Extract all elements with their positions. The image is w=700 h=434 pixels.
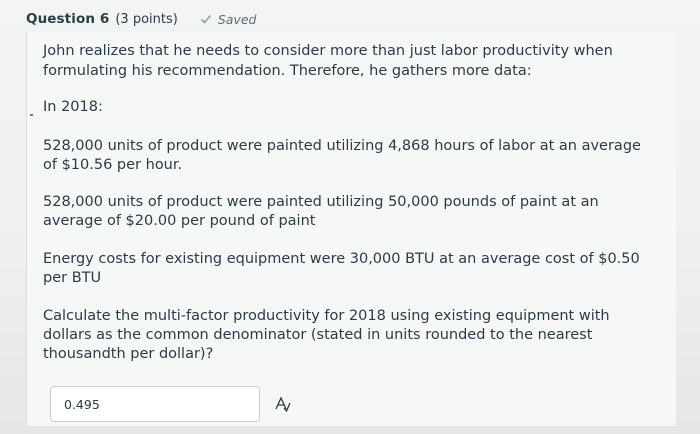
prompt-line-3: thousandth per dollar)?: [43, 346, 214, 362]
labor-line-2: of $10.56 per hour.: [43, 157, 183, 173]
answer-field[interactable]: [50, 386, 260, 422]
question-body: John realizes that he needs to consider …: [26, 32, 676, 426]
energy-line-1: Energy costs for existing equipment were…: [43, 251, 640, 267]
checkmark-icon: [200, 14, 211, 24]
labor-line-1: 528,000 units of product were painted ut…: [43, 138, 641, 154]
quiz-page: Question 6 (3 points) Saved John realize…: [0, 0, 700, 434]
text-cursor-marker: [30, 114, 33, 116]
answer-input[interactable]: [64, 396, 244, 412]
saved-status: Saved: [217, 11, 257, 27]
paint-line-1: 528,000 units of product were painted ut…: [43, 194, 599, 210]
question-points: (3 points): [115, 11, 178, 27]
prompt-line-2: dollars as the common denominator (state…: [43, 327, 593, 343]
intro-line-2: formulating his recommendation. Therefor…: [43, 63, 532, 79]
question-title: Question 6: [26, 11, 110, 27]
energy-line-2: per BTU: [43, 270, 102, 286]
prompt-line-1: Calculate the multi-factor productivity …: [43, 308, 610, 324]
question-header: Question 6 (3 points) Saved: [26, 8, 256, 30]
intro-line-1: John realizes that he needs to consider …: [43, 43, 613, 59]
equation-editor-icon[interactable]: [272, 395, 292, 413]
year-heading: In 2018:: [43, 99, 103, 115]
paint-line-2: average of $20.00 per pound of paint: [43, 213, 316, 229]
